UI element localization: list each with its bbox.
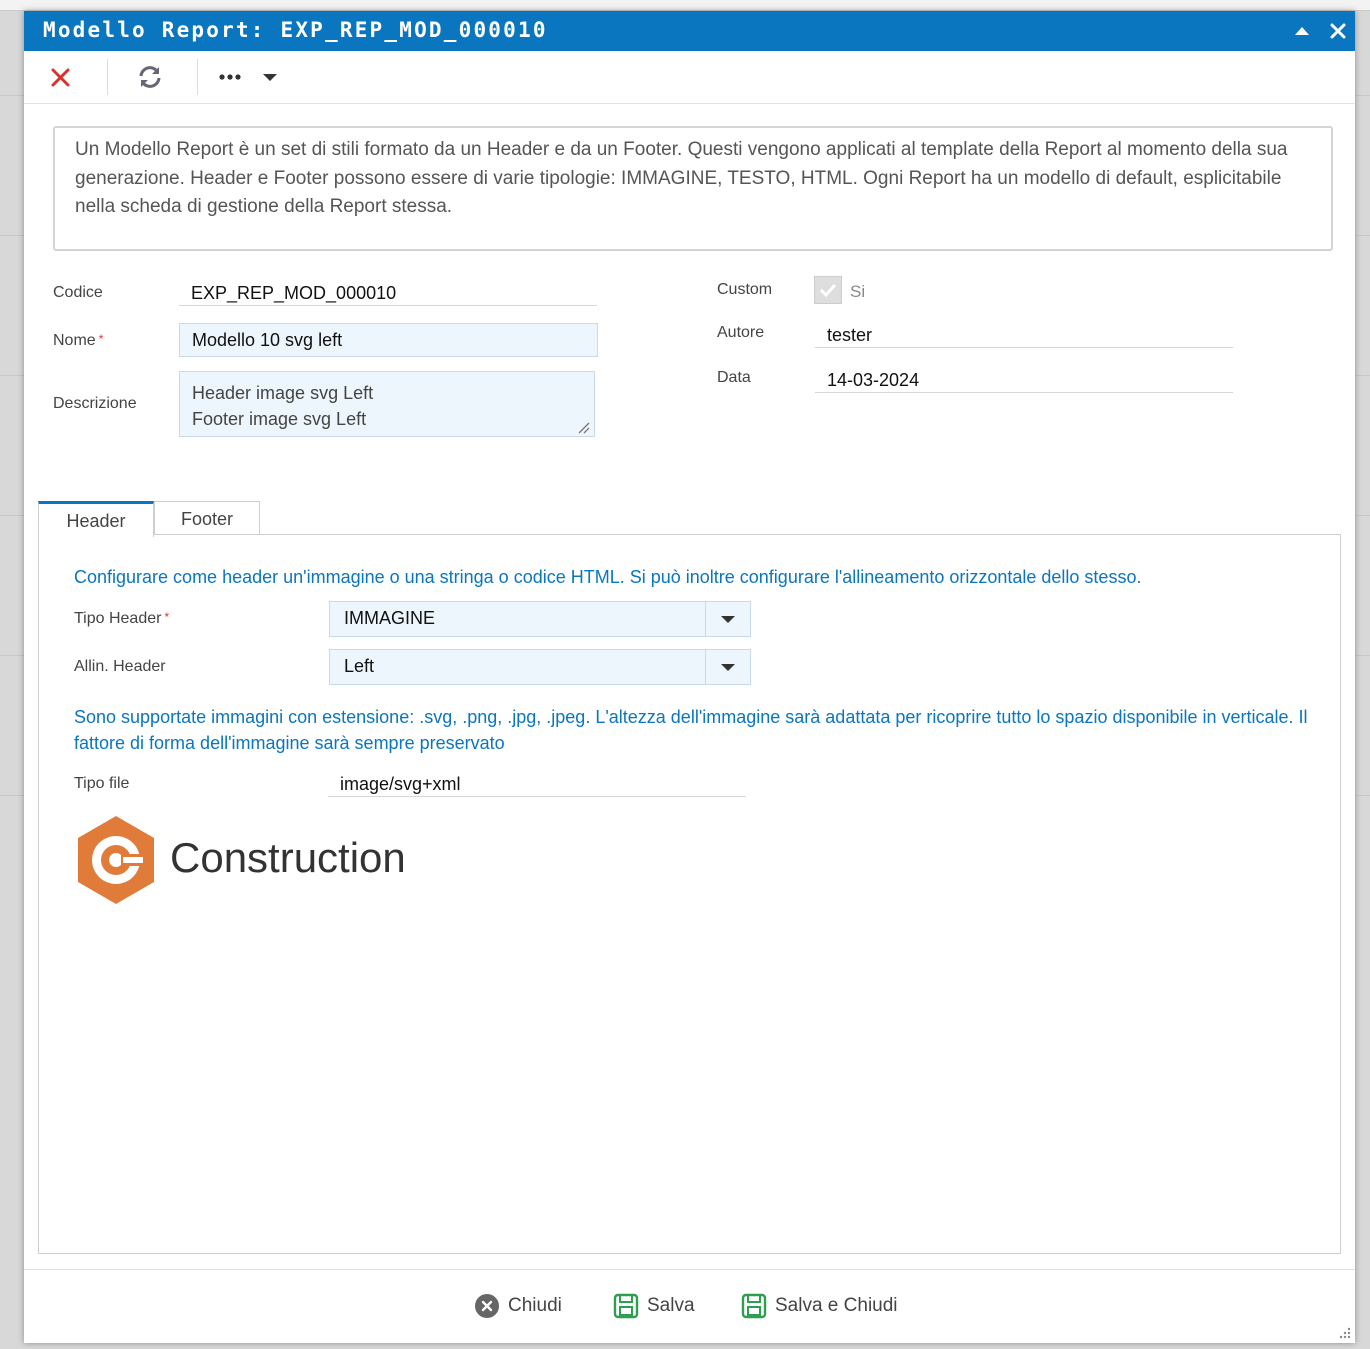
dialog-title: Modello Report: EXP_REP_MOD_000010	[43, 18, 548, 42]
codice-field: EXP_REP_MOD_000010	[179, 280, 597, 306]
tipo-file-field: image/svg+xml	[328, 771, 746, 797]
active-tab-joiner	[39, 533, 153, 536]
allin-header-value: Left	[344, 656, 375, 676]
header-config-note: Configurare come header un'immagine o un…	[74, 567, 1142, 587]
autore-field: tester	[815, 322, 1233, 348]
allin-header-select[interactable]: Left	[329, 649, 751, 685]
tab-footer[interactable]: Footer	[154, 501, 260, 535]
salva-e-chiudi-button[interactable]: Salva e Chiudi	[741, 1292, 898, 1320]
dropdown-toggle[interactable]	[705, 602, 750, 636]
nome-label-text: Nome	[53, 332, 96, 349]
resize-grip-icon[interactable]	[1337, 1325, 1351, 1339]
descrizione-textarea[interactable]: Header image svg Left Footer image svg L…	[179, 371, 595, 437]
refresh-icon[interactable]	[136, 64, 164, 90]
chiudi-button[interactable]: Chiudi	[474, 1292, 562, 1320]
required-mark: *	[98, 332, 104, 346]
collapse-icon[interactable]	[1292, 21, 1312, 41]
salva-e-chiudi-label: Salva e Chiudi	[775, 1295, 898, 1316]
close-icon[interactable]	[50, 64, 72, 90]
save-icon	[741, 1293, 767, 1319]
close-circle-icon	[475, 1294, 499, 1318]
allin-header-label: Allin. Header	[74, 658, 166, 675]
chevron-down-icon[interactable]	[261, 64, 279, 90]
descrizione-label: Descrizione	[53, 395, 137, 412]
toolbar-separator	[197, 59, 198, 95]
salva-label: Salva	[647, 1295, 695, 1316]
nome-input[interactable]	[179, 323, 598, 357]
dialog-titlebar[interactable]: Modello Report: EXP_REP_MOD_000010	[24, 11, 1355, 51]
tipo-header-label: Tipo Header *	[74, 610, 169, 628]
tipo-header-label-text: Tipo Header	[74, 610, 162, 627]
save-icon	[613, 1293, 639, 1319]
salva-button[interactable]: Salva	[613, 1292, 695, 1320]
dialog-footer: Chiudi Salva Salva e Chiudi	[24, 1269, 1355, 1344]
toolbar-separator	[107, 59, 108, 95]
chevron-down-icon	[721, 664, 735, 671]
report-model-dialog: Modello Report: EXP_REP_MOD_000010 Un Mo…	[24, 11, 1355, 1343]
tipo-header-value: IMMAGINE	[344, 608, 436, 628]
codice-label: Codice	[53, 284, 103, 301]
custom-checkbox-label: Si	[850, 282, 866, 301]
tab-header[interactable]: Header	[38, 501, 154, 537]
custom-label: Custom	[717, 281, 773, 298]
data-label: Data	[717, 369, 751, 386]
data-field: 14-03-2024	[815, 367, 1233, 393]
more-icon[interactable]	[218, 64, 244, 90]
info-box: Un Modello Report è un set di stili form…	[53, 126, 1333, 251]
background-app-bar	[0, 0, 1370, 11]
tipo-file-label: Tipo file	[74, 775, 130, 792]
image-support-note: Sono supportate immagini con estensione:…	[74, 707, 1308, 753]
header-image-preview: Construction	[74, 814, 434, 906]
chevron-down-icon	[721, 616, 735, 623]
custom-checkbox[interactable]	[814, 276, 842, 304]
autore-label: Autore	[717, 324, 765, 341]
toolbar	[24, 51, 1355, 104]
close-icon[interactable]	[1328, 21, 1348, 41]
construction-logo-icon	[78, 816, 154, 904]
resize-handle-icon[interactable]	[577, 421, 591, 435]
tipo-header-select[interactable]: IMMAGINE	[329, 601, 751, 637]
nome-label: Nome *	[53, 332, 103, 350]
chiudi-label: Chiudi	[508, 1295, 562, 1316]
dropdown-toggle[interactable]	[705, 650, 750, 684]
logo-text: Construction	[170, 834, 406, 881]
required-mark: *	[164, 610, 170, 624]
